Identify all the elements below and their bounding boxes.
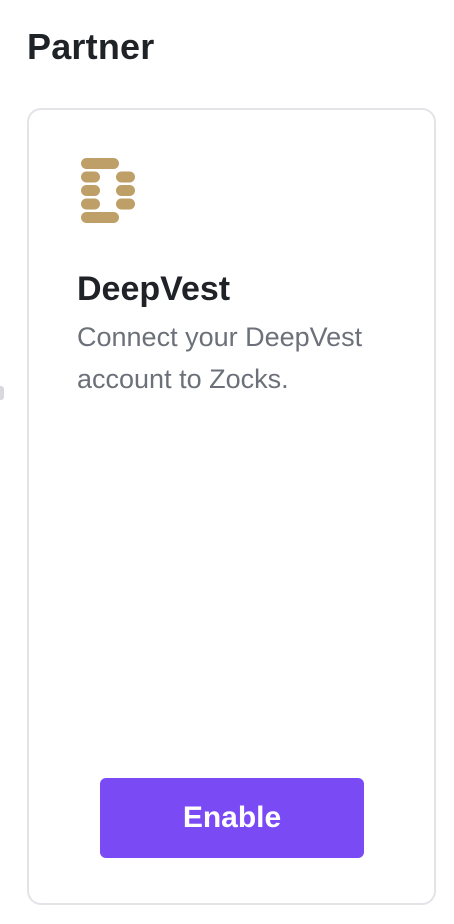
edge-indicator [0, 386, 4, 400]
deepvest-logo-icon [81, 158, 135, 223]
partner-card: DeepVest Connect your DeepVest account t… [27, 108, 436, 905]
enable-button[interactable]: Enable [100, 778, 364, 858]
section-title: Partner [27, 26, 155, 67]
partner-description: Connect your DeepVest account to Zocks. [77, 322, 363, 394]
partner-name: DeepVest [77, 270, 231, 308]
